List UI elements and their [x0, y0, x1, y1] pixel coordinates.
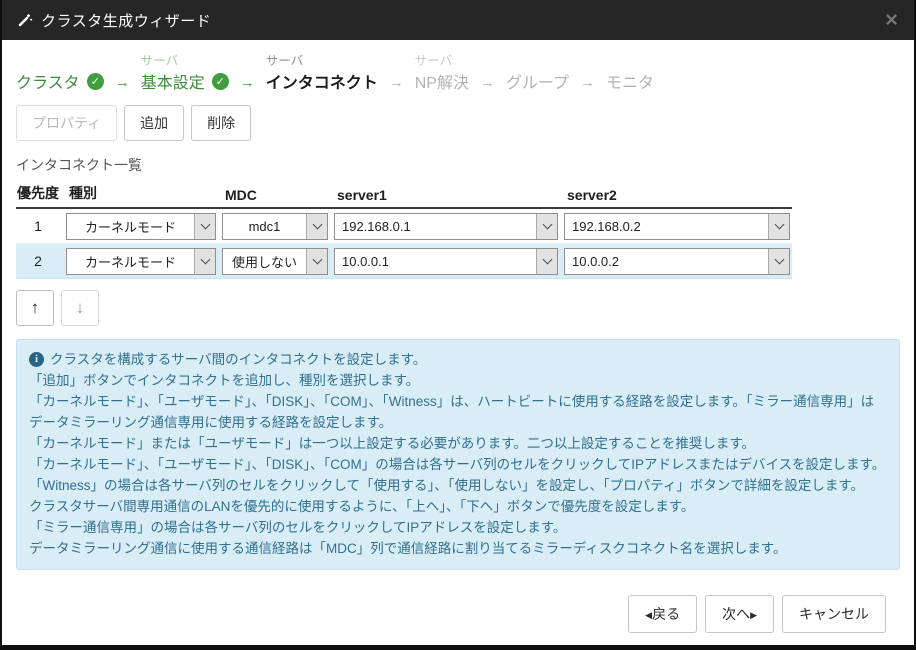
step-label: インタコネクト [266, 69, 378, 93]
step-arrow-icon: → [389, 74, 404, 92]
col-header-server1: server1 [334, 187, 558, 203]
chevron-down-icon[interactable] [536, 249, 557, 274]
step-arrow-icon: → [240, 74, 255, 92]
chevron-down-icon[interactable] [194, 249, 215, 274]
priority-value: 2 [16, 253, 60, 269]
chevron-down-icon[interactable] [306, 249, 327, 274]
col-header-mdc: MDC [222, 187, 328, 203]
col-header-type: 種別 [66, 183, 216, 203]
interconnect-list-caption: インタコネクト一覧 [16, 155, 900, 175]
next-arrow-icon: ▶ [750, 610, 757, 620]
info-line: 「ミラー通信専用」の場合は各サーバ列のセルをクリックしてIPアドレスを設定します… [29, 517, 887, 538]
info-icon: i [29, 352, 44, 367]
step-top-label: サーバ [266, 53, 378, 70]
step-group: グループ [506, 53, 569, 92]
info-line: クラスタを構成するサーバ間のインタコネクトを設定します。 [50, 349, 426, 370]
step-arrow-icon: → [480, 74, 495, 92]
col-header-priority: 優先度 [16, 183, 60, 203]
step-interconnect: サーバ インタコネクト [266, 53, 378, 92]
cluster-wizard-dialog: クラスタ生成ウィザード × クラスタ ✓ → サーバ 基本設定 ✓ → [0, 0, 916, 650]
table-header-row: 優先度 種別 MDC server1 server2 [16, 183, 792, 209]
step-label[interactable]: クラスタ [16, 69, 80, 93]
toolbar: プロパティ 追加 削除 [16, 105, 900, 141]
type-select[interactable]: カーネルモード [66, 213, 216, 240]
dialog-content: クラスタ ✓ → サーバ 基本設定 ✓ → サーバ インタコネクト → [2, 40, 914, 645]
info-line: データミラーリング通信に使用する通信経路は「MDC」列で通信経路に割り当てるミラ… [29, 538, 887, 559]
chevron-down-icon[interactable] [768, 249, 789, 274]
chevron-down-icon[interactable] [306, 214, 327, 239]
step-label[interactable]: 基本設定 [141, 69, 205, 93]
step-arrow-icon: → [580, 74, 595, 92]
move-up-button[interactable]: ↑ [16, 290, 54, 326]
info-line: 「カーネルモード」、「ユーザモード」、「DISK」、「COM」の場合は各サーバ列… [29, 454, 887, 475]
step-top-label: サーバ [141, 53, 229, 70]
mdc-select[interactable]: mdc1 [222, 213, 328, 240]
title-bar: クラスタ生成ウィザード × [2, 0, 914, 40]
cancel-button[interactable]: キャンセル [782, 595, 886, 633]
server1-select[interactable]: 192.168.0.1 [334, 213, 558, 240]
footer-bar: ◀戻る 次へ▶ キャンセル [16, 585, 900, 645]
step-cluster[interactable]: クラスタ ✓ [16, 53, 104, 92]
mdc-select[interactable]: 使用しない [222, 248, 328, 275]
step-label: グループ [506, 69, 569, 93]
dialog-title: クラスタ生成ウィザード [41, 10, 211, 31]
info-line: 「カーネルモード」または「ユーザモード」は一つ以上設定する必要があります。二つ以… [29, 433, 887, 454]
server2-select[interactable]: 10.0.0.2 [564, 248, 790, 275]
info-line: 「カーネルモード」、「ユーザモード」、「DISK」、「COM」、「Witness… [29, 391, 887, 433]
move-down-button[interactable]: ↓ [61, 290, 99, 326]
step-basic-settings[interactable]: サーバ 基本設定 ✓ [141, 53, 229, 92]
table-row[interactable]: 2 カーネルモード 使用しない 10.0.0.1 10.0.0.2 [16, 244, 792, 279]
chevron-down-icon[interactable] [768, 214, 789, 239]
step-arrow-icon: → [115, 74, 130, 92]
priority-value: 1 [16, 218, 60, 234]
step-check-icon: ✓ [87, 73, 104, 90]
property-button[interactable]: プロパティ [16, 105, 117, 141]
col-header-server2: server2 [564, 187, 790, 203]
priority-move-bar: ↑ ↓ [16, 290, 900, 326]
step-top-label [606, 53, 654, 70]
info-line: 「Witness」の場合は各サーバ列のセルをクリックして「使用する」、「使用しな… [29, 475, 887, 496]
step-np-resolution: サーバ NP解決 [415, 53, 469, 92]
chevron-down-icon[interactable] [194, 214, 215, 239]
wizard-steps: クラスタ ✓ → サーバ 基本設定 ✓ → サーバ インタコネクト → [16, 53, 900, 92]
add-button[interactable]: 追加 [124, 105, 184, 141]
step-label: NP解決 [415, 69, 469, 93]
server2-select[interactable]: 192.168.0.2 [564, 213, 790, 240]
info-box: i クラスタを構成するサーバ間のインタコネクトを設定します。 「追加」ボタンでイ… [16, 339, 900, 570]
step-check-icon: ✓ [212, 73, 229, 90]
back-button[interactable]: ◀戻る [628, 595, 697, 633]
chevron-down-icon[interactable] [536, 214, 557, 239]
step-top-label [16, 53, 104, 70]
close-icon[interactable]: × [885, 9, 898, 31]
wizard-wand-icon [16, 12, 33, 29]
info-line: クラスタサーバ間専用通信のLANを優先的に使用するように、「上へ」、「下へ」ボタ… [29, 496, 887, 517]
remove-button[interactable]: 削除 [191, 105, 251, 141]
step-monitor: モニタ [606, 53, 654, 92]
interconnect-table: 優先度 種別 MDC server1 server2 1 カーネルモード mdc… [16, 183, 792, 279]
info-line: 「追加」ボタンでインタコネクトを追加し、種別を選択します。 [29, 370, 887, 391]
step-top-label [506, 53, 569, 70]
step-top-label: サーバ [415, 53, 469, 70]
table-row[interactable]: 1 カーネルモード mdc1 192.168.0.1 192.168.0.2 [16, 209, 792, 244]
next-button[interactable]: 次へ▶ [705, 595, 774, 633]
type-select[interactable]: カーネルモード [66, 248, 216, 275]
step-label: モニタ [606, 69, 654, 93]
server1-select[interactable]: 10.0.0.1 [334, 248, 558, 275]
